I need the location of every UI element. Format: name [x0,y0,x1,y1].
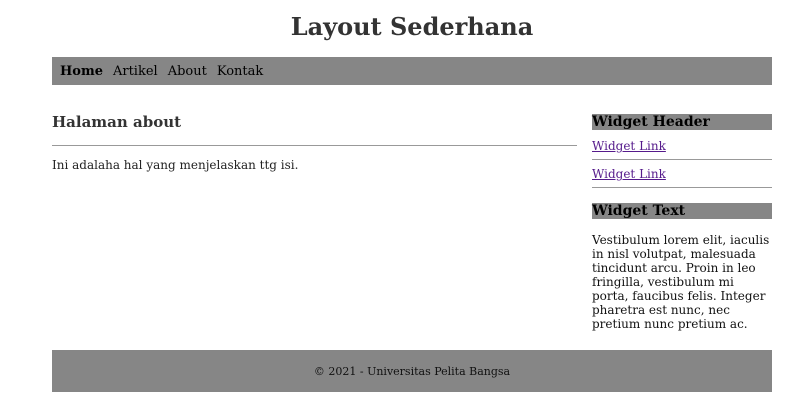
main-content: Halaman about Ini adalaha hal yang menje… [52,85,577,350]
widget-link-list: Widget Link Widget Link [592,130,772,188]
page-title: Halaman about [52,113,182,131]
widget-text-body: Vestibulum lorem elit, iaculis in nisl v… [592,233,770,331]
widget-text-title: Widget Text [592,203,772,219]
footer: © 2021 - Universitas Pelita Bangsa [52,350,772,392]
widget-link[interactable]: Widget Link [592,167,666,181]
nav-item-about[interactable]: About [168,64,207,79]
nav-item-kontak[interactable]: Kontak [217,64,263,79]
nav-item-home[interactable]: Home [60,64,103,79]
divider [52,145,577,146]
content-area: Halaman about Ini adalaha hal yang menje… [52,85,772,350]
page-container: Layout Sederhana Home Artikel About Kont… [52,0,772,392]
widget-header-title: Widget Header [592,114,772,130]
main-nav: Home Artikel About Kontak [52,57,772,85]
page-body-text: Ini adalaha hal yang menjelaskan ttg isi… [52,158,299,172]
nav-item-artikel[interactable]: Artikel [113,64,158,79]
sidebar: Widget Header Widget Link Widget Link Wi… [592,85,772,350]
site-title: Layout Sederhana [290,12,534,41]
list-item: Widget Link [592,160,772,188]
widget-link[interactable]: Widget Link [592,139,666,153]
footer-copyright: © 2021 - Universitas Pelita Bangsa [313,364,511,378]
list-item: Widget Link [592,130,772,160]
